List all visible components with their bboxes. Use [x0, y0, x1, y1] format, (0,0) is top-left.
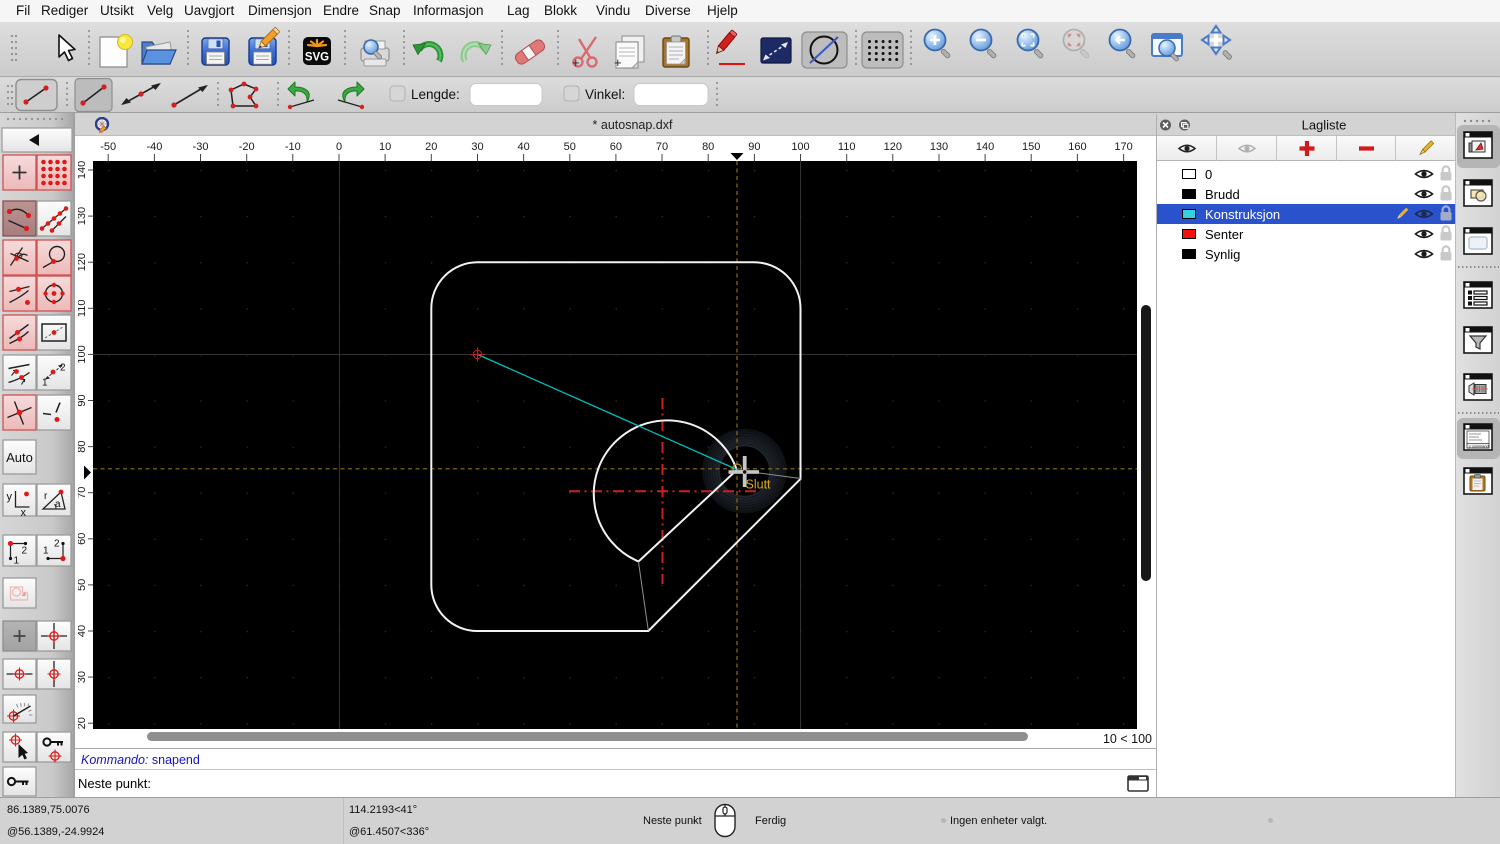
- svg-text:c command: c command: [1469, 444, 1489, 448]
- svg-text:Slutt: Slutt: [746, 478, 772, 492]
- svg-text:-20: -20: [239, 141, 255, 153]
- svg-text:Vinkel:: Vinkel:: [585, 87, 625, 102]
- svg-text:2: 2: [60, 363, 66, 374]
- svg-text:Lengde:: Lengde:: [411, 87, 460, 102]
- svg-text:50: 50: [564, 141, 576, 153]
- svg-text:150: 150: [1022, 141, 1040, 153]
- svg-text:110: 110: [838, 141, 856, 153]
- svg-text:x: x: [21, 507, 27, 519]
- svg-text:10: 10: [379, 141, 391, 153]
- svg-text:Lagliste: Lagliste: [1302, 118, 1347, 133]
- svg-text:140: 140: [976, 141, 994, 153]
- svg-text:-30: -30: [193, 141, 209, 153]
- svg-text:SVG: SVG: [305, 52, 329, 64]
- svg-text:170: 170: [1114, 141, 1132, 153]
- svg-text:-50: -50: [100, 141, 116, 153]
- svg-text:90: 90: [78, 394, 88, 406]
- svg-text:40: 40: [78, 625, 88, 637]
- svg-text:20: 20: [78, 717, 88, 729]
- svg-text:0: 0: [336, 141, 342, 153]
- svg-text:60: 60: [610, 141, 622, 153]
- svg-text:30: 30: [78, 671, 88, 683]
- svg-text:50: 50: [78, 579, 88, 591]
- svg-text:130: 130: [930, 141, 948, 153]
- svg-text:70: 70: [656, 141, 668, 153]
- svg-text:60: 60: [78, 533, 88, 545]
- svg-text:80: 80: [702, 141, 714, 153]
- svg-text:110: 110: [78, 300, 88, 318]
- svg-text:120: 120: [884, 141, 902, 153]
- svg-text:-10: -10: [285, 141, 301, 153]
- svg-text:20: 20: [425, 141, 437, 153]
- svg-text:160: 160: [1068, 141, 1086, 153]
- svg-text:+: +: [572, 55, 580, 70]
- svg-text:1: 1: [43, 546, 49, 557]
- svg-text:2: 2: [22, 546, 28, 557]
- svg-text:90: 90: [748, 141, 760, 153]
- svg-text:40: 40: [517, 141, 529, 153]
- svg-text:30: 30: [471, 141, 483, 153]
- svg-text:130: 130: [78, 207, 88, 225]
- svg-text:140: 140: [78, 161, 88, 179]
- svg-text:a: a: [55, 499, 61, 510]
- svg-text:70: 70: [78, 487, 88, 499]
- svg-text:Auto: Auto: [6, 450, 33, 465]
- svg-text:120: 120: [78, 253, 88, 271]
- svg-text:1: 1: [42, 378, 48, 389]
- svg-text:y: y: [7, 491, 13, 503]
- svg-text:+: +: [614, 55, 622, 70]
- svg-text:80: 80: [78, 440, 88, 452]
- svg-text:2: 2: [54, 539, 60, 550]
- svg-text:1: 1: [14, 556, 20, 567]
- svg-text:100: 100: [78, 345, 88, 363]
- svg-text:100: 100: [791, 141, 809, 153]
- svg-text:-40: -40: [146, 141, 162, 153]
